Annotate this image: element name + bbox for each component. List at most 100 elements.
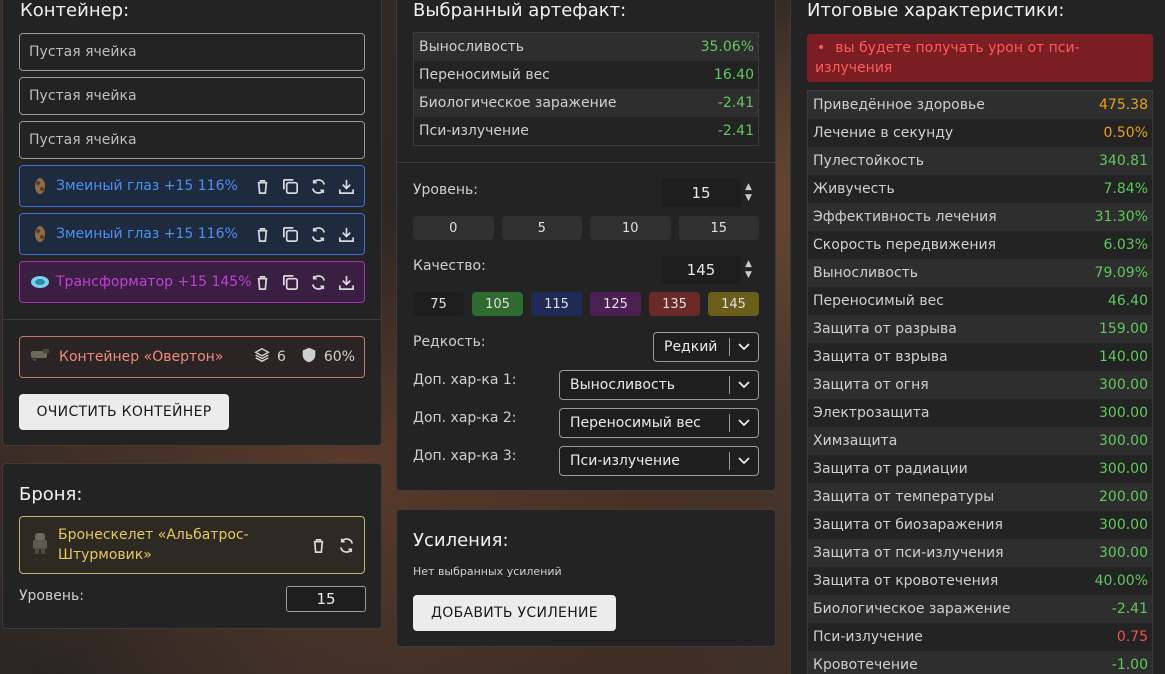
quality-preset-button[interactable]: 125 bbox=[590, 292, 641, 316]
total-stat-row: Лечение в секунду 0.50% bbox=[808, 119, 1152, 147]
total-stat-key: Кровотечение bbox=[813, 657, 918, 673]
chevron-down-icon bbox=[730, 454, 758, 468]
total-stat-row: Выносливость 79.09% bbox=[808, 259, 1152, 287]
armor-level-input[interactable]: 15 bbox=[286, 586, 366, 612]
level-preset-button[interactable]: 0 bbox=[413, 216, 494, 240]
total-stat-value: -2.41 bbox=[1111, 601, 1148, 617]
quality-preset-button[interactable]: 75 bbox=[413, 292, 464, 316]
empty-slot[interactable]: Пустая ячейка bbox=[19, 33, 365, 71]
transformer-artifact-icon bbox=[30, 272, 50, 292]
total-stat-key: Скорость передвижения bbox=[813, 237, 996, 253]
quality-presets: 75 105 115 125 135 145 bbox=[413, 292, 759, 316]
stat-value: 16.40 bbox=[713, 67, 754, 83]
artifact-slot[interactable]: Трансформатор +15 145% bbox=[19, 261, 365, 303]
download-icon[interactable] bbox=[337, 177, 356, 196]
empty-slot[interactable]: Пустая ячейка bbox=[19, 77, 365, 115]
copy-icon[interactable] bbox=[281, 225, 300, 244]
total-stat-value: 159.00 bbox=[1099, 321, 1148, 337]
refresh-icon[interactable] bbox=[309, 225, 328, 244]
boosts-title: Усиления: bbox=[413, 530, 509, 551]
trash-icon[interactable] bbox=[309, 536, 328, 555]
armor-level-label: Уровень: bbox=[19, 588, 84, 604]
armor-name: Бронескелет «Альбатрос-Штурмовик» bbox=[58, 527, 249, 563]
refresh-icon[interactable] bbox=[337, 536, 356, 555]
artifact-slot[interactable]: Змеиный глаз +15 116% bbox=[19, 213, 365, 255]
refresh-icon[interactable] bbox=[309, 177, 328, 196]
stat-row: Биологическое заражение -2.41 bbox=[414, 89, 758, 117]
total-stat-value: 0.75 bbox=[1116, 629, 1148, 645]
artifact-name: Трансформатор +15 145% bbox=[56, 274, 252, 290]
refresh-icon[interactable] bbox=[309, 273, 328, 292]
total-stat-key: Биологическое заражение bbox=[813, 601, 1011, 617]
stat-key: Переносимый вес bbox=[419, 67, 550, 83]
add-boost-button[interactable]: ДОБАВИТЬ УСИЛЕНИЕ bbox=[413, 595, 616, 631]
total-stat-key: Защита от взрыва bbox=[813, 349, 948, 365]
download-icon[interactable] bbox=[337, 225, 356, 244]
stat-key: Биологическое заражение bbox=[419, 95, 617, 111]
total-stat-value: 79.09% bbox=[1094, 265, 1148, 281]
level-preset-button[interactable]: 10 bbox=[590, 216, 671, 240]
extra1-value: Выносливость bbox=[570, 377, 676, 393]
level-preset-button[interactable]: 15 bbox=[678, 216, 759, 240]
total-stat-row: Кровотечение -1.00 bbox=[808, 651, 1152, 674]
extra2-label: Доп. хар-ка 2: bbox=[413, 410, 517, 426]
total-stat-key: Защита от радиации bbox=[813, 461, 968, 477]
empty-slot[interactable]: Пустая ячейка bbox=[19, 121, 365, 159]
total-stat-value: 0.50% bbox=[1103, 125, 1148, 141]
level-preset-button[interactable]: 5 bbox=[501, 216, 582, 240]
stat-row: Переносимый вес 16.40 bbox=[414, 61, 758, 89]
total-stat-row: Защита от температуры 200.00 bbox=[808, 483, 1152, 511]
shield-icon bbox=[300, 346, 318, 368]
total-stat-value: 475.38 bbox=[1099, 97, 1148, 113]
quality-preset-button[interactable]: 145 bbox=[708, 292, 759, 316]
psi-warning-text: вы будете получать урон от пси-излучения bbox=[815, 40, 1080, 76]
selected-artifact-panel: Выбранный артефакт: Выносливость 35.06% П… bbox=[396, 0, 776, 491]
total-stat-row: Переносимый вес 46.40 bbox=[808, 287, 1152, 315]
download-icon[interactable] bbox=[337, 273, 356, 292]
total-stat-row: Защита от разрыва 159.00 bbox=[808, 315, 1152, 343]
selected-artifact-title: Выбранный артефакт: bbox=[413, 0, 627, 21]
extra3-select[interactable]: Пси-излучение bbox=[559, 446, 759, 476]
quality-preset-button[interactable]: 135 bbox=[649, 292, 700, 316]
artifact-slot[interactable]: Змеиный глаз +15 116% bbox=[19, 165, 365, 207]
artifact-name: Змеиный глаз +15 116% bbox=[56, 178, 238, 194]
stat-key: Пси-излучение bbox=[419, 123, 529, 139]
trash-icon[interactable] bbox=[253, 177, 272, 196]
total-stat-value: 300.00 bbox=[1099, 545, 1148, 561]
total-stat-key: Переносимый вес bbox=[813, 293, 944, 309]
clear-container-button[interactable]: ОЧИСТИТЬ КОНТЕЙНЕР bbox=[19, 394, 229, 430]
level-value[interactable]: 15 bbox=[661, 179, 741, 207]
rarity-label: Редкость: bbox=[413, 334, 486, 350]
extra1-select[interactable]: Выносливость bbox=[559, 370, 759, 400]
container-panel: Контейнер: Пустая ячейка Пустая ячейка П… bbox=[2, 0, 382, 446]
total-stat-row: Биологическое заражение -2.41 bbox=[808, 595, 1152, 623]
total-stat-value: 300.00 bbox=[1099, 517, 1148, 533]
total-stat-row: Защита от радиации 300.00 bbox=[808, 455, 1152, 483]
quality-stepper[interactable]: 145 ▲ ▼ bbox=[661, 256, 759, 284]
quality-preset-button[interactable]: 115 bbox=[531, 292, 582, 316]
artifact-stats-table: Выносливость 35.06% Переносимый вес 16.40 … bbox=[413, 32, 759, 146]
copy-icon[interactable] bbox=[281, 177, 300, 196]
quality-preset-button[interactable]: 105 bbox=[472, 292, 523, 316]
quality-value[interactable]: 145 bbox=[661, 256, 741, 284]
level-stepper[interactable]: 15 ▲ ▼ bbox=[661, 179, 759, 207]
trash-icon[interactable] bbox=[253, 225, 272, 244]
copy-icon[interactable] bbox=[281, 273, 300, 292]
total-stat-key: Защита от пси-излучения bbox=[813, 545, 1004, 561]
stat-row: Пси-излучение -2.41 bbox=[414, 117, 758, 145]
total-stat-row: Приведённое здоровье 475.38 bbox=[808, 91, 1152, 119]
decrement-icon[interactable]: ▼ bbox=[745, 193, 752, 204]
extra3-value: Пси-излучение bbox=[570, 453, 680, 469]
extra2-select[interactable]: Переносимый вес bbox=[559, 408, 759, 438]
increment-icon[interactable]: ▲ bbox=[745, 259, 752, 270]
protection-value: 60% bbox=[323, 349, 355, 365]
rarity-select[interactable]: Редкий bbox=[653, 332, 759, 362]
layers-icon bbox=[253, 346, 271, 368]
armor-item[interactable]: Бронескелет «Альбатрос-Штурмовик» bbox=[19, 516, 365, 574]
trash-icon[interactable] bbox=[253, 273, 272, 292]
total-stat-value: 300.00 bbox=[1099, 461, 1148, 477]
decrement-icon[interactable]: ▼ bbox=[745, 270, 752, 281]
increment-icon[interactable]: ▲ bbox=[745, 182, 752, 193]
quality-label: Качество: bbox=[413, 258, 486, 274]
container-item[interactable]: Контейнер «Овертон» 6 60% bbox=[19, 336, 365, 378]
